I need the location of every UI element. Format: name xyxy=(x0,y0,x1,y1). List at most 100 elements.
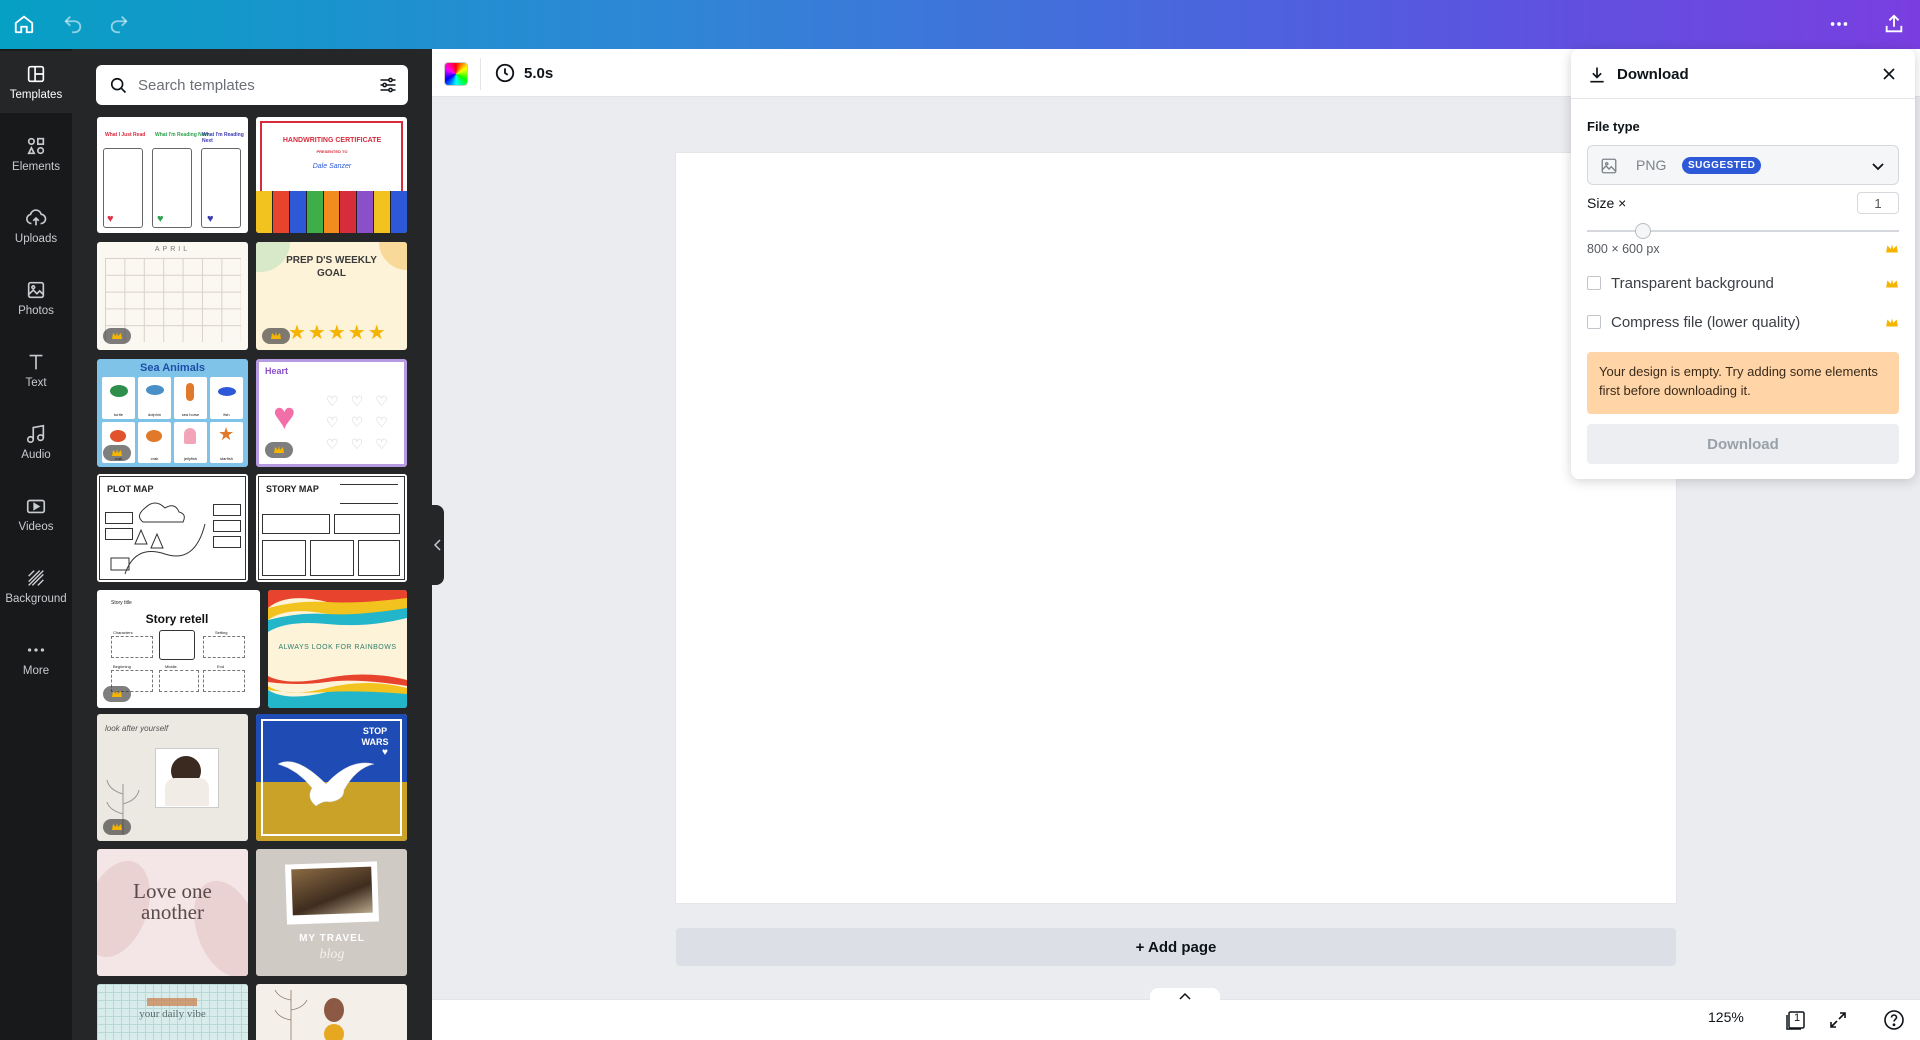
premium-badge xyxy=(103,686,131,702)
template-text: HANDWRITING CERTIFICATE xyxy=(282,137,382,144)
rail-item-uploads[interactable]: Uploads xyxy=(0,195,72,257)
home-icon xyxy=(14,15,34,34)
template-text: PREP D'S WEEKLY GOAL xyxy=(286,255,377,279)
template-text: MY TRAVEL xyxy=(299,933,365,944)
rail-label: Videos xyxy=(18,521,54,533)
help-icon xyxy=(1884,1010,1904,1030)
size-input[interactable]: 1 xyxy=(1857,192,1899,214)
download-panel: Download File type PNG SUGGESTED Size × … xyxy=(1571,49,1915,479)
crown-icon xyxy=(112,823,122,830)
template-text: Middle xyxy=(165,664,177,669)
zoom-level[interactable]: 125% xyxy=(1708,1009,1744,1025)
transparent-background-checkbox[interactable] xyxy=(1587,276,1601,290)
rail-item-more[interactable]: More xyxy=(0,627,72,689)
download-header: Download xyxy=(1571,49,1915,99)
file-type-label: File type xyxy=(1587,119,1640,134)
rail-item-photos[interactable]: Photos xyxy=(0,267,72,329)
template-rainbows[interactable]: ALWAYS LOOK FOR RAINBOWS xyxy=(268,590,407,708)
chevron-down-icon xyxy=(1872,163,1884,171)
text-icon xyxy=(29,354,43,370)
templates-icon xyxy=(27,65,45,83)
compress-file-label: Compress file (lower quality) xyxy=(1611,314,1801,331)
size-label: Size × xyxy=(1587,195,1627,211)
photos-icon xyxy=(27,281,45,299)
more-options-button[interactable] xyxy=(1823,8,1855,40)
audio-icon xyxy=(26,424,45,444)
file-type-value: PNG xyxy=(1636,157,1667,173)
page-count-button[interactable]: 1 xyxy=(1784,1008,1808,1032)
template-abstract[interactable] xyxy=(256,984,407,1040)
close-icon[interactable] xyxy=(1879,64,1899,84)
template-text: look after yourself xyxy=(105,724,169,733)
rail-label: Photos xyxy=(18,305,54,317)
home-button[interactable] xyxy=(8,8,40,40)
help-button[interactable] xyxy=(1882,1008,1906,1032)
redo-button[interactable] xyxy=(103,8,135,40)
undo-button[interactable] xyxy=(57,8,89,40)
template-plot-map[interactable]: PLOT MAP xyxy=(97,474,248,582)
download-button[interactable]: Download xyxy=(1587,424,1899,464)
rail-label: Templates xyxy=(9,89,63,101)
template-text: Setting xyxy=(215,630,228,635)
collapse-panel-button[interactable] xyxy=(432,505,444,585)
file-type-select[interactable]: PNG SUGGESTED xyxy=(1587,145,1899,185)
template-text: turtle xyxy=(114,411,123,417)
template-text: Story retell xyxy=(145,612,209,626)
crown-icon xyxy=(1886,318,1898,327)
template-text: Characters xyxy=(113,630,133,635)
rail-label: Text xyxy=(25,377,47,389)
template-text: PRESENTED TO xyxy=(316,149,348,154)
template-stop-wars[interactable]: STOP WARS ♥ xyxy=(256,714,407,841)
rail-item-videos[interactable]: Videos xyxy=(0,483,72,545)
more-icon xyxy=(1830,22,1848,26)
template-text: Love one another xyxy=(133,879,212,924)
crown-icon xyxy=(1886,279,1898,288)
size-slider-thumb[interactable] xyxy=(1635,223,1652,239)
download-title: Download xyxy=(1617,66,1689,83)
add-page-button[interactable]: + Add page xyxy=(676,928,1676,966)
template-text: sea horse xyxy=(181,411,200,417)
chevron-left-icon xyxy=(434,539,441,551)
template-text: Beginning xyxy=(113,664,131,669)
videos-icon xyxy=(26,499,46,514)
template-weekly-goal[interactable]: PREP D'S WEEKLY GOAL ★★★★★ xyxy=(256,242,407,350)
template-heart[interactable]: Heart ♥ ♡ ♡ ♡ ♡ ♡ ♡ ♡ ♡ ♡ xyxy=(256,359,407,467)
color-picker-button[interactable] xyxy=(444,62,468,86)
fullscreen-button[interactable] xyxy=(1826,1008,1850,1032)
rail-label: Uploads xyxy=(14,233,58,245)
templates-panel: What I Just Read What I'm Reading Now Wh… xyxy=(72,49,432,1040)
template-love-one-another[interactable]: Love one another xyxy=(97,849,248,976)
compress-file-checkbox[interactable] xyxy=(1587,315,1601,329)
template-look-after-yourself[interactable]: look after yourself xyxy=(97,714,248,841)
rail-item-audio[interactable]: Audio xyxy=(0,411,72,473)
rail-item-text[interactable]: Text xyxy=(0,339,72,401)
template-travel-blog[interactable]: MY TRAVEL blog xyxy=(256,849,407,976)
template-story-map[interactable]: STORY MAP xyxy=(256,474,407,582)
empty-design-warning: Your design is empty. Try adding some el… xyxy=(1587,352,1899,414)
chevron-up-icon xyxy=(1179,992,1191,1000)
template-reading-log[interactable]: What I Just Read What I'm Reading Now Wh… xyxy=(97,117,248,233)
rail-item-templates[interactable]: Templates xyxy=(0,51,72,113)
template-text: Heart xyxy=(265,366,289,376)
share-button[interactable] xyxy=(1878,8,1910,40)
template-april-calendar[interactable]: APRIL xyxy=(97,242,248,350)
template-text: Story title xyxy=(111,600,132,606)
design-page[interactable] xyxy=(676,153,1676,903)
template-daily-vibe[interactable]: your daily vibe xyxy=(97,984,248,1040)
transparent-background-label: Transparent background xyxy=(1611,275,1774,292)
filter-icon[interactable] xyxy=(378,75,398,95)
template-handwriting-certificate[interactable]: HANDWRITING CERTIFICATE PRESENTED TO Dal… xyxy=(256,117,407,233)
show-pages-button[interactable] xyxy=(1150,988,1220,1004)
clock-icon xyxy=(495,63,515,83)
template-text: crab xyxy=(150,456,159,461)
rail-label: More xyxy=(22,665,50,677)
rail-item-elements[interactable]: Elements xyxy=(0,123,72,185)
template-story-retell[interactable]: Story title Story retell Characters Sett… xyxy=(97,590,260,708)
timing-button[interactable]: 5.0s xyxy=(494,62,553,84)
rail-item-background[interactable]: Background xyxy=(0,555,72,617)
crown-icon xyxy=(274,446,284,453)
search-input[interactable] xyxy=(138,73,358,97)
size-slider[interactable] xyxy=(1587,230,1899,232)
top-bar xyxy=(0,0,1920,49)
template-sea-animals[interactable]: Sea Animals turtle dolphin sea horse fis… xyxy=(97,359,248,467)
